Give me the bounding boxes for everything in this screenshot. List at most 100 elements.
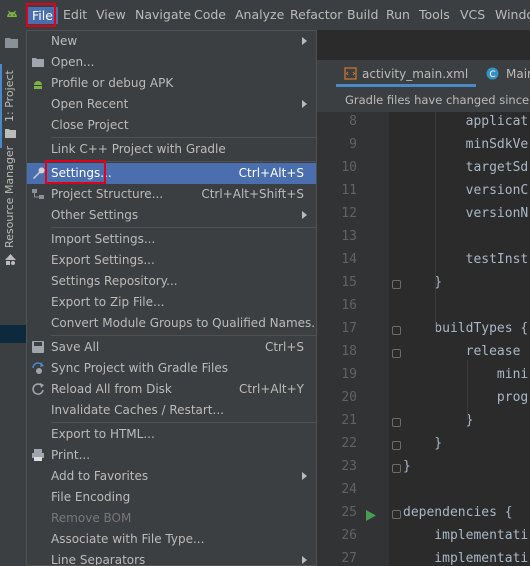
code-line[interactable]: release [403,344,528,359]
menu-item-label: Sync Project with Gradle Files [51,361,228,375]
menu-item-label: Export Settings... [51,253,155,267]
wrench-icon [33,167,45,179]
line-number: 20 [341,390,357,405]
menu-build[interactable]: Build [347,7,378,22]
code-line[interactable]: } [403,413,474,428]
project-folder-icon [5,129,16,138]
fold-marker-icon[interactable] [392,510,401,519]
code-line[interactable]: minSdkVe [403,137,529,152]
line-number: 13 [341,229,357,244]
menu-item-label: Export to HTML... [51,427,155,441]
menu-item-import-settings[interactable]: Import Settings... [27,229,316,250]
menu-window[interactable]: Windo [495,7,530,22]
menu-item-associate-with-file-type[interactable]: Associate with File Type... [27,529,316,550]
code-line[interactable]: } [403,459,411,474]
menu-item-sync-project-with-gradle-files[interactable]: Sync Project with Gradle Files [27,358,316,379]
code-line[interactable]: implementati [403,551,528,566]
indent-guide [467,360,468,420]
menu-item-add-to-favorites[interactable]: Add to Favorites [27,466,316,487]
menu-item-save-all[interactable]: Save All Ctrl+S [27,337,316,358]
menu-refactor[interactable]: Refactor [290,7,342,22]
menu-item-new[interactable]: New [27,31,316,52]
menu-view[interactable]: View [96,7,126,22]
fold-marker-icon[interactable] [392,418,401,427]
line-number: 14 [341,252,357,267]
menu-tools[interactable]: Tools [419,7,450,22]
folder-icon [32,58,44,67]
code-line[interactable]: targetSd [403,160,529,175]
menu-item-print[interactable]: Print... [27,445,316,466]
run-gutter-icon[interactable] [366,510,376,521]
code-line[interactable]: } [403,275,442,290]
code-line[interactable]: buildTypes { [403,321,528,336]
menu-item-label: Close Project [51,118,129,132]
line-number: 11 [341,183,357,198]
code-line[interactable]: versionC [403,183,529,198]
resource-manager-icon [5,254,16,265]
menu-item-open[interactable]: Open... [27,52,316,73]
menu-item-invalidate-caches-restart[interactable]: Invalidate Caches / Restart... [27,400,316,421]
line-number: 21 [341,413,357,428]
menu-navigate[interactable]: Navigate [135,7,191,22]
menu-separator [51,335,316,336]
menu-item-remove-bom: Remove BOM [27,508,316,529]
menu-separator [51,422,316,423]
fold-marker-icon[interactable] [392,326,401,335]
menu-item-label: Other Settings [51,208,139,222]
line-number: 23 [341,459,357,474]
menu-item-convert-module-groups-to-qualified-names[interactable]: Convert Module Groups to Qualified Names… [27,313,316,334]
tab-project[interactable]: 1: Project [0,64,21,148]
code-line[interactable]: versionN [403,206,529,221]
menu-item-shortcut: Ctrl+Alt+Y [238,382,304,396]
code-line[interactable]: testInst [403,252,529,267]
menu-item-label: Associate with File Type... [51,532,205,546]
line-number: 16 [341,298,357,313]
code-line[interactable]: prog [403,390,528,405]
fold-marker-icon[interactable] [392,441,401,450]
tab-resource-manager[interactable]: Resource Manager [0,146,21,268]
menu-vcs[interactable]: VCS [460,7,485,22]
menu-item-settings-repository[interactable]: Settings Repository... [27,271,316,292]
editor-gutter [317,112,389,566]
menu-item-label: Remove BOM [51,511,132,525]
folder-icon[interactable] [5,36,18,48]
code-line[interactable]: mini [403,367,528,382]
apk-icon [34,81,42,89]
line-number: 10 [341,160,357,175]
fold-marker-icon[interactable] [392,349,401,358]
menu-item-link-cpp-project-with-gradle[interactable]: Link C++ Project with Gradle [27,139,316,160]
main-menubar: File Edit View Navigate Code Analyze Ref… [0,0,530,30]
menu-analyze[interactable]: Analyze [235,7,284,22]
menu-item-label: Reload All from Disk [51,382,172,396]
menu-item-label: New [51,34,78,48]
menu-item-profile-or-debug-apk[interactable]: Profile or debug APK [27,73,316,94]
menu-code[interactable]: Code [194,7,226,22]
menu-item-reload-all-from-disk[interactable]: Reload All from Disk Ctrl+Alt+Y [27,379,316,400]
indent-guide [435,112,436,332]
menu-item-export-settings[interactable]: Export Settings... [27,250,316,271]
code-line[interactable]: } [403,436,442,451]
menu-run[interactable]: Run [386,7,410,22]
menu-edit[interactable]: Edit [63,7,87,22]
code-line[interactable]: implementati [403,528,528,543]
submenu-arrow-icon [302,211,307,219]
menu-item-other-settings[interactable]: Other Settings [27,205,316,226]
svg-text:C: C [489,70,495,80]
menu-item-export-to-html[interactable]: Export to HTML... [27,424,316,445]
menu-item-line-separators[interactable]: Line Separators [27,550,316,565]
menu-item-file-encoding[interactable]: File Encoding [27,487,316,508]
menu-item-project-structure[interactable]: Project Structure... Ctrl+Alt+Shift+S [27,184,316,205]
android-studio-icon[interactable] [4,7,20,23]
line-number: 9 [349,137,357,152]
left-tool-strip: 1: Project Resource Manager [0,30,22,566]
code-line[interactable]: dependencies { [403,505,513,520]
code-line[interactable]: applicat [403,114,529,129]
fold-marker-icon[interactable] [392,280,401,289]
menu-item-export-to-zip-file[interactable]: Export to Zip File... [27,292,316,313]
fold-marker-icon[interactable] [392,464,401,473]
menu-item-open-recent[interactable]: Open Recent [27,94,316,115]
line-number: 25 [341,505,357,520]
tab-project-label: 1: Project [3,70,16,122]
menu-item-close-project[interactable]: Close Project [27,115,316,136]
menu-item-label: Import Settings... [51,232,156,246]
